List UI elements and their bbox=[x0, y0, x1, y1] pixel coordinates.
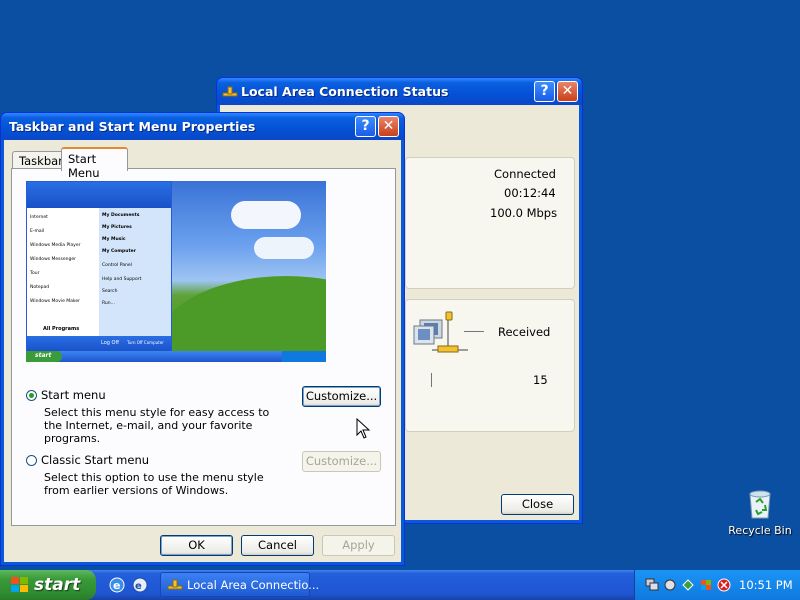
network-icon bbox=[222, 86, 238, 97]
recycle-bin[interactable]: Recycle Bin bbox=[728, 488, 792, 540]
preview-start-button: start bbox=[26, 351, 62, 362]
volume-tray-icon[interactable] bbox=[663, 578, 677, 592]
customize-start-menu-button[interactable]: Customize... bbox=[302, 386, 381, 407]
update-tray-icon[interactable] bbox=[681, 578, 695, 592]
tab-taskbar-label: Taskbar bbox=[19, 154, 63, 168]
preview-menu-header bbox=[27, 182, 171, 208]
classic-start-menu-option-label[interactable]: Classic Start menu bbox=[41, 453, 149, 467]
lan-close-button[interactable]: ✕ bbox=[557, 81, 578, 102]
preview-menu-item: Run... bbox=[102, 301, 115, 306]
preview-menu-item: Windows Messenger bbox=[30, 257, 76, 262]
preview-left-items: Internet E-mail Windows Media Player Win… bbox=[30, 215, 96, 313]
preview-menu-item: Windows Media Player bbox=[30, 243, 81, 248]
preview-menu-item: My Pictures bbox=[102, 225, 132, 230]
customize-classic-menu-button: Customize... bbox=[302, 451, 381, 472]
preview-turnoff: Turn Off Computer bbox=[127, 340, 164, 345]
svg-text:e: e bbox=[135, 581, 142, 592]
activity-divider bbox=[431, 373, 432, 387]
start-menu-description: Select this menu style for easy access t… bbox=[44, 406, 270, 445]
start-menu-radio[interactable] bbox=[26, 390, 37, 401]
tab-start-menu-label: Start Menu bbox=[68, 152, 100, 180]
preview-start-label: start bbox=[35, 352, 52, 359]
start-menu-option-label[interactable]: Start menu bbox=[41, 388, 106, 402]
network-tray-icon[interactable] bbox=[645, 578, 659, 592]
taskbar-props-title: Taskbar and Start Menu Properties bbox=[9, 119, 256, 134]
start-menu-preview: All Programs Log Off Turn Off Computer I… bbox=[26, 181, 326, 362]
lan-close-dialog-button[interactable]: Close bbox=[501, 494, 574, 515]
taskbar-item-label: Local Area Connectio... bbox=[187, 578, 320, 592]
received-label: Received bbox=[498, 325, 551, 339]
preview-all-programs: All Programs bbox=[43, 326, 80, 332]
alert-tray-icon[interactable] bbox=[717, 578, 731, 592]
taskbar-props-titlebar[interactable]: Taskbar and Start Menu Properties ? ✕ bbox=[1, 113, 404, 140]
classic-start-menu-radio[interactable] bbox=[26, 455, 37, 466]
cancel-button[interactable]: Cancel bbox=[241, 535, 314, 556]
preview-menu-item: Internet bbox=[30, 215, 48, 220]
props-close-button[interactable]: ✕ bbox=[378, 116, 399, 137]
preview-menu-item: My Music bbox=[102, 237, 126, 242]
speed-value: 100.0 Mbps bbox=[490, 206, 558, 220]
network-icon bbox=[167, 579, 183, 590]
apply-button: Apply bbox=[322, 535, 395, 556]
lan-window-title: Local Area Connection Status bbox=[241, 84, 449, 99]
lan-titlebar[interactable]: Local Area Connection Status ? ✕ bbox=[217, 78, 582, 105]
props-help-button[interactable]: ? bbox=[355, 116, 376, 137]
props-client-area: Taskbar Start Menu All Programs Log Off bbox=[4, 140, 401, 562]
internet-explorer-icon[interactable]: e bbox=[108, 576, 126, 594]
taskbar-item-lan-status[interactable]: Local Area Connectio... bbox=[160, 572, 319, 597]
duration-value: 00:12:44 bbox=[504, 186, 556, 200]
desktop: Recycle Bin Local Area Connection Status… bbox=[0, 0, 800, 570]
recycle-bin-label: Recycle Bin bbox=[728, 524, 792, 537]
preview-menu-item: Notepad bbox=[30, 285, 50, 290]
status-value: Connected bbox=[494, 167, 556, 181]
clock[interactable]: 10:51 PM bbox=[739, 578, 793, 592]
system-tray: 10:51 PM bbox=[634, 570, 800, 600]
ok-button[interactable]: OK bbox=[160, 535, 233, 556]
preview-cloud bbox=[254, 237, 314, 259]
windows-logo-icon bbox=[11, 577, 28, 592]
classic-start-menu-description: Select this option to use the menu style… bbox=[44, 471, 264, 497]
start-label: start bbox=[34, 575, 81, 595]
preview-tray bbox=[282, 351, 326, 362]
network-activity-icon bbox=[413, 311, 468, 353]
preview-cloud bbox=[231, 201, 301, 229]
preview-taskbar: start bbox=[26, 351, 326, 362]
preview-menu-item: E-mail bbox=[30, 229, 45, 234]
activity-line bbox=[464, 331, 484, 332]
preview-logoff: Log Off bbox=[101, 340, 119, 346]
recycle-bin-icon bbox=[749, 490, 771, 519]
preview-menu-item: Windows Movie Maker bbox=[30, 299, 80, 304]
preview-menu-item: Control Panel bbox=[102, 263, 132, 268]
tab-start-menu[interactable]: Start Menu bbox=[61, 147, 128, 180]
preview-menu-item: Help and Support bbox=[102, 277, 142, 282]
preview-menu-item: My Documents bbox=[102, 213, 140, 218]
preview-hill bbox=[156, 276, 326, 362]
preview-right-items: My Documents My Pictures My Music My Com… bbox=[102, 213, 168, 313]
start-button[interactable]: start bbox=[0, 570, 96, 600]
taskbar: start e e Local Area Connectio... 10:51 … bbox=[0, 570, 800, 600]
preview-menu-item: My Computer bbox=[102, 249, 136, 254]
mouse-cursor-icon bbox=[356, 418, 371, 439]
received-value: 15 bbox=[533, 373, 548, 387]
taskbar-properties-window: Taskbar and Start Menu Properties ? ✕ Ta… bbox=[0, 112, 405, 566]
preview-menu-item: Search bbox=[102, 289, 118, 294]
outlook-express-icon[interactable]: e bbox=[131, 576, 149, 594]
preview-menu-item: Tour bbox=[30, 271, 40, 276]
security-tray-icon[interactable] bbox=[699, 578, 713, 592]
svg-text:e: e bbox=[113, 579, 120, 592]
lan-help-button[interactable]: ? bbox=[534, 81, 555, 102]
